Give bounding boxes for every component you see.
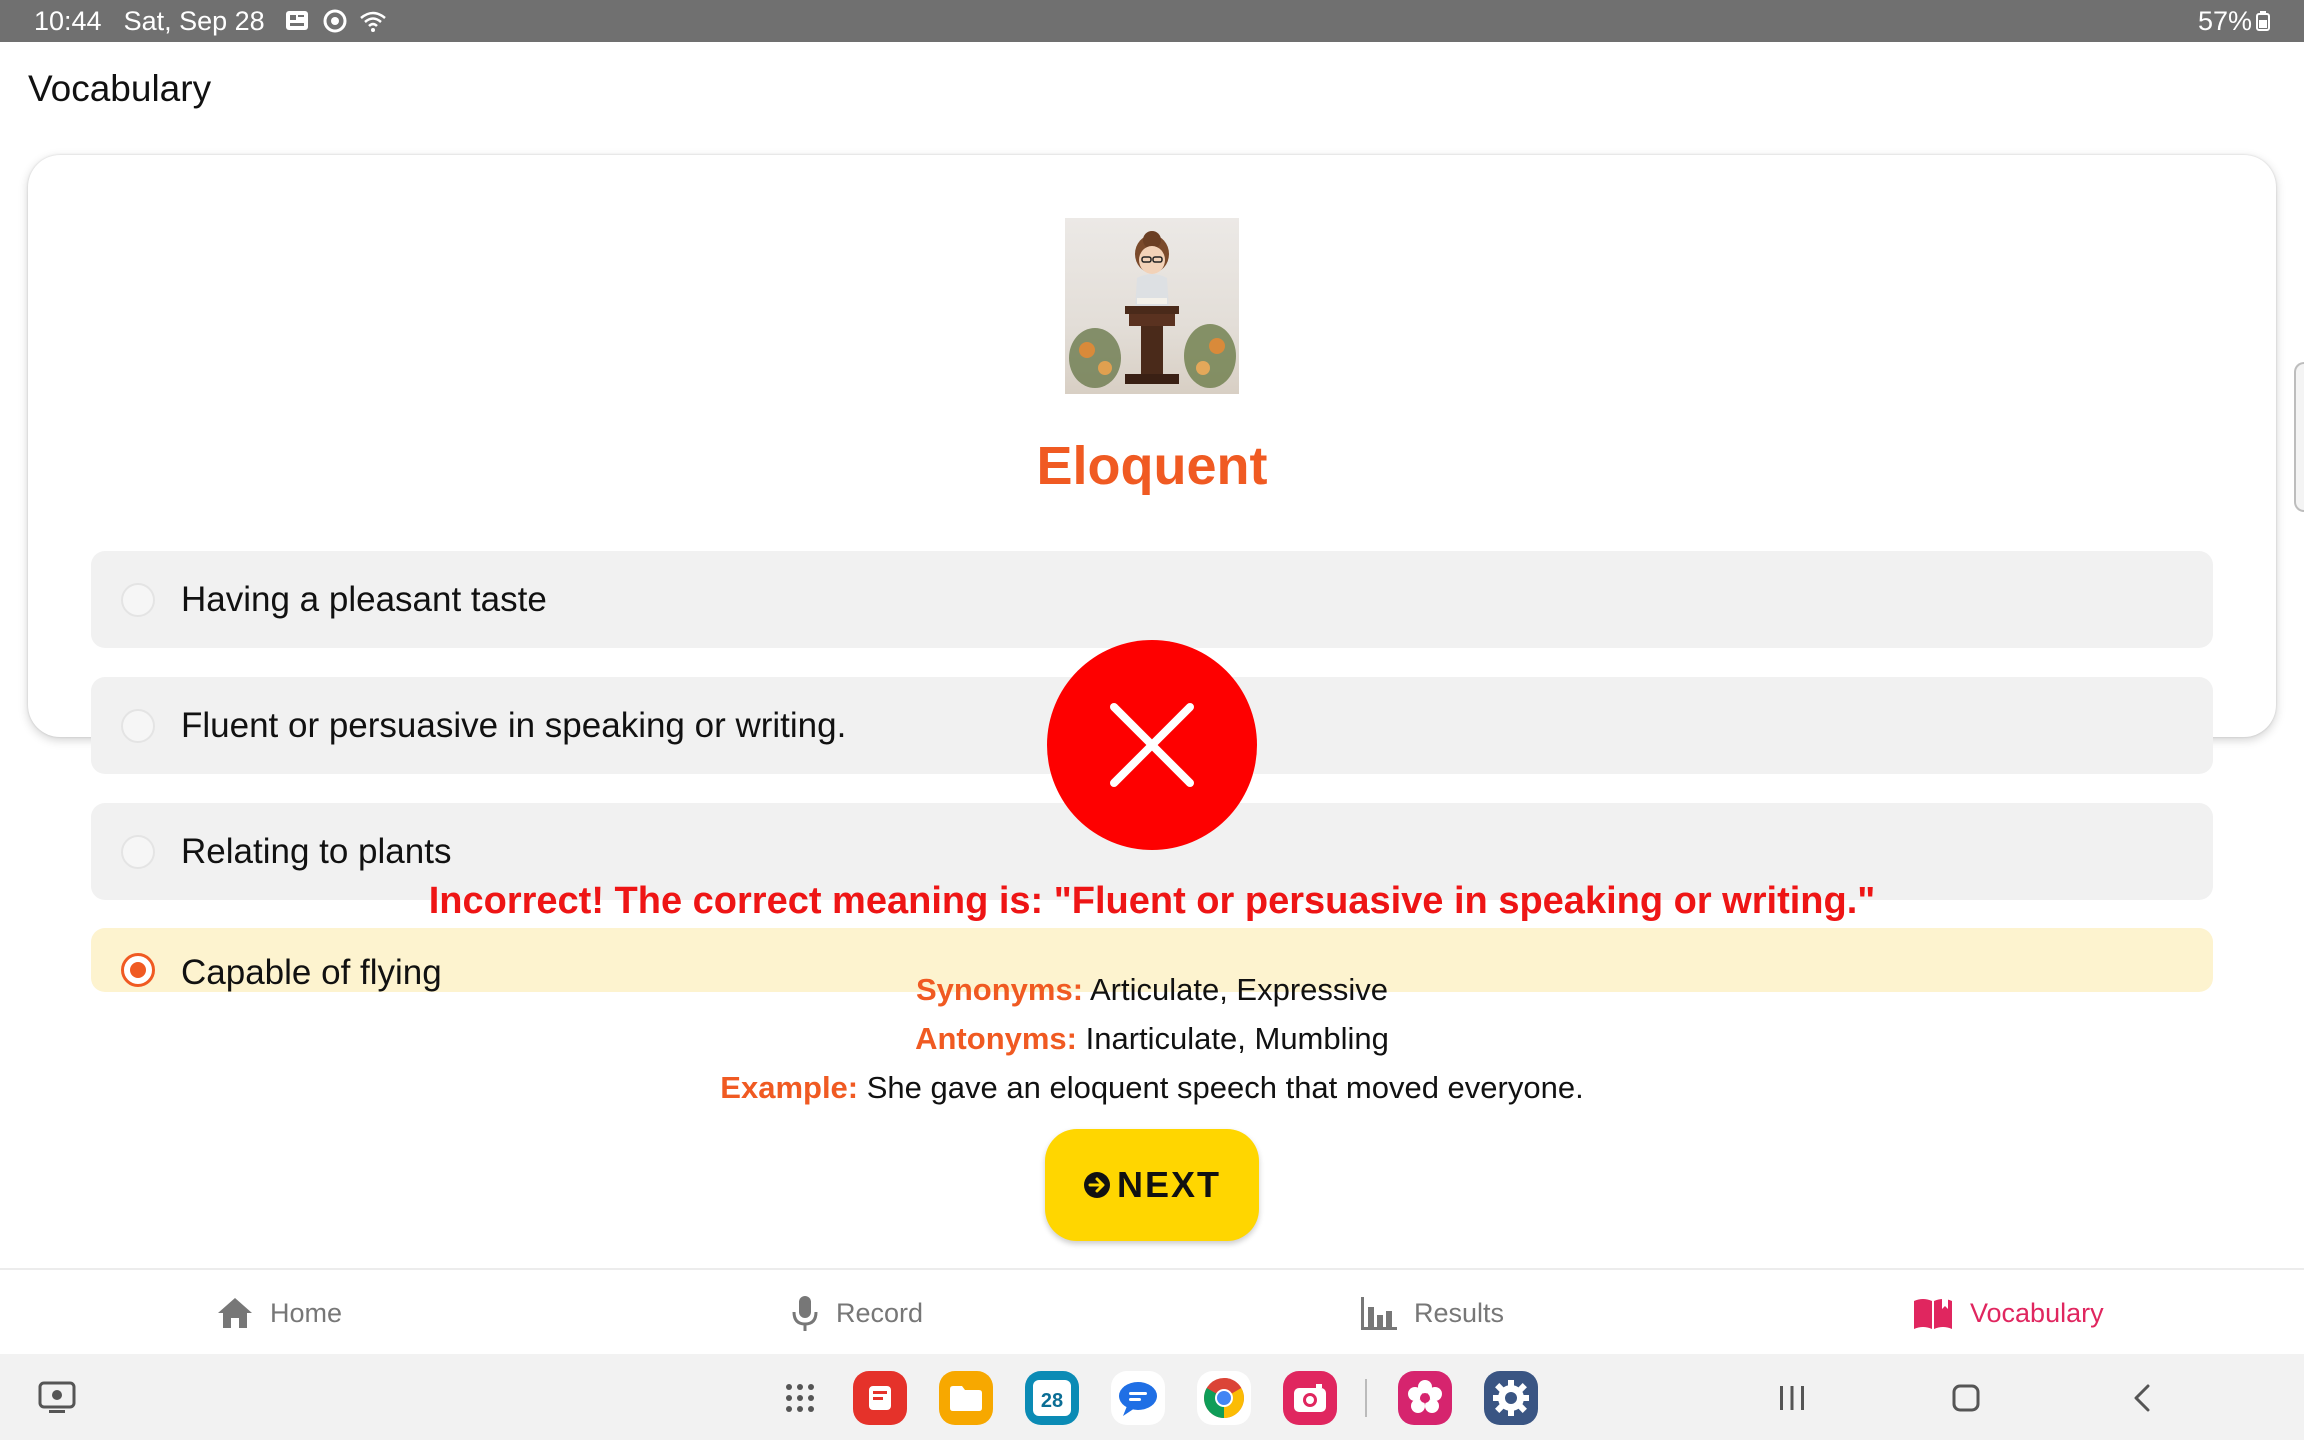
- app-drawer-button[interactable]: [784, 1370, 816, 1426]
- answer-option-label: Relating to plants: [181, 831, 452, 871]
- microphone-icon: [792, 1296, 818, 1331]
- back-button[interactable]: [2126, 1370, 2158, 1426]
- messages-icon: [1119, 1382, 1157, 1416]
- feedback-message: Incorrect! The correct meaning is: "Flue…: [428, 880, 1876, 922]
- dock-app-messages[interactable]: [1111, 1371, 1165, 1425]
- chrome-icon: [1204, 1378, 1244, 1418]
- desktop-icon: [38, 1381, 76, 1413]
- dock-app-camera[interactable]: [1283, 1371, 1337, 1425]
- home-square-icon: [1952, 1384, 1980, 1412]
- gear-icon: [1493, 1380, 1529, 1416]
- folder-icon: [950, 1386, 982, 1411]
- bar-chart-icon: [1361, 1297, 1397, 1330]
- synonyms-value: Articulate, Expressive: [1089, 972, 1389, 1007]
- example-value: She gave an eloquent speech that moved e…: [866, 1070, 1584, 1105]
- notification-icon: [285, 11, 308, 30]
- incorrect-badge: [1047, 640, 1257, 850]
- next-button[interactable]: NEXT: [1045, 1129, 1259, 1241]
- bottom-navigation: Home Record Results Vocabulary: [0, 1268, 2304, 1354]
- book-icon: [1914, 1297, 1952, 1329]
- speaker-at-podium-illustration: [1069, 231, 1236, 388]
- antonyms-value: Inarticulate, Mumbling: [1085, 1021, 1389, 1056]
- screen-recorder-button[interactable]: [34, 1370, 80, 1426]
- battery-icon: [2256, 11, 2270, 31]
- synonyms-label: Synonyms:: [915, 972, 1084, 1007]
- apps-grid-icon: [786, 1384, 814, 1412]
- battery-indicator: 57%: [2198, 6, 2270, 37]
- close-icon: [1110, 703, 1194, 787]
- example-label: Example:: [720, 1070, 859, 1105]
- example-line: Example: She gave an eloquent speech tha…: [0, 1070, 2304, 1106]
- next-button-label: NEXT: [1116, 1164, 1221, 1205]
- recent-apps-button[interactable]: [1776, 1370, 1808, 1426]
- battery-level: 57%: [2197, 5, 2252, 36]
- nav-item-home[interactable]: Home: [216, 1270, 342, 1356]
- status-time: 10:44: [34, 5, 102, 36]
- radio-button[interactable]: [121, 834, 155, 869]
- status-bar: 10:44 Sat, Sep 28 57%: [0, 0, 2304, 42]
- nav-item-record[interactable]: Record: [790, 1270, 923, 1356]
- dock-app-chrome[interactable]: [1197, 1371, 1251, 1425]
- arrow-circle-right-icon: [1083, 1172, 1110, 1198]
- answer-option-label: Fluent or persuasive in speaking or writ…: [181, 705, 847, 745]
- calendar-day: 28: [1033, 1380, 1071, 1416]
- answer-option-label: Having a pleasant taste: [181, 579, 547, 619]
- radio-button[interactable]: [121, 582, 155, 617]
- nav-item-results[interactable]: Results: [1360, 1270, 1504, 1356]
- page-title: Vocabulary: [28, 68, 212, 109]
- nav-label: Home: [270, 1297, 343, 1328]
- antonyms-label: Antonyms:: [915, 1021, 1077, 1056]
- nav-item-vocabulary[interactable]: Vocabulary: [1912, 1270, 2104, 1356]
- word-title: Eloquent: [1036, 436, 1268, 496]
- home-button[interactable]: [1950, 1370, 1982, 1426]
- radio-button[interactable]: [121, 708, 155, 743]
- camera-icon: [1294, 1384, 1326, 1412]
- antonyms-line: Antonyms: Inarticulate, Mumbling: [0, 1021, 2304, 1057]
- dock-app-settings[interactable]: [1484, 1371, 1538, 1425]
- dock-app-files[interactable]: [939, 1371, 993, 1425]
- recents-icon: [1780, 1386, 1804, 1410]
- notes-app-icon: [869, 1386, 891, 1410]
- synonyms-line: Synonyms: Articulate, Expressive: [0, 972, 2304, 1008]
- answer-option-1[interactable]: Having a pleasant taste: [91, 551, 2213, 648]
- status-date: Sat, Sep 28: [123, 5, 265, 36]
- dock-app-notes[interactable]: [853, 1371, 907, 1425]
- nav-label: Vocabulary: [1970, 1297, 2104, 1328]
- back-icon: [2134, 1384, 2150, 1412]
- word-illustration: [1065, 218, 1239, 394]
- nav-label: Results: [1414, 1297, 1505, 1328]
- nav-label: Record: [836, 1297, 924, 1328]
- dock-app-gallery[interactable]: [1398, 1371, 1452, 1425]
- sync-icon: [323, 9, 347, 33]
- dock-app-calendar[interactable]: 28: [1025, 1371, 1079, 1425]
- status-icons: [283, 7, 387, 35]
- home-icon: [218, 1298, 252, 1328]
- flower-icon: [1408, 1380, 1442, 1413]
- dock-divider: [1365, 1379, 1367, 1417]
- wifi-icon: [359, 11, 386, 32]
